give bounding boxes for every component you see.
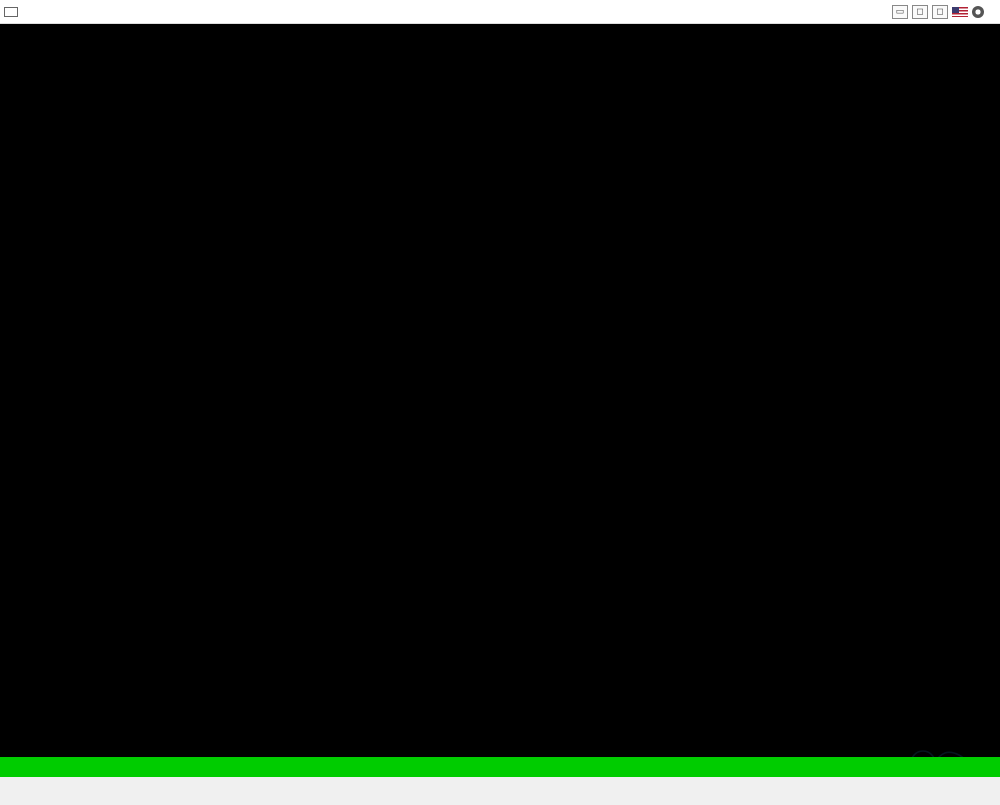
window-titlebar: ▭ ◻ ◻ <box>0 0 1000 24</box>
blank-line <box>0 228 1000 248</box>
terminal-viewport[interactable] <box>0 24 1000 777</box>
titlebar-left <box>4 5 24 19</box>
window-button-1[interactable]: ▭ <box>892 5 908 19</box>
locale-flag-icon[interactable] <box>952 7 968 17</box>
titlebar-right: ▭ ◻ ◻ <box>892 5 996 19</box>
window-button-2[interactable]: ◻ <box>912 5 928 19</box>
app-icon <box>4 5 18 19</box>
gear-icon[interactable] <box>972 6 984 18</box>
watermark-icon <box>850 719 940 759</box>
window-button-3[interactable]: ◻ <box>932 5 948 19</box>
tmux-status-bar <box>0 757 1000 777</box>
